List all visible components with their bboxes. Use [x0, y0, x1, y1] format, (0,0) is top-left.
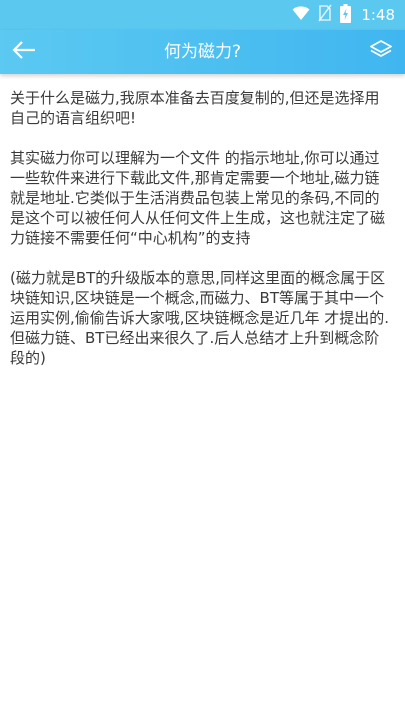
article-paragraph: 其实磁力你可以理解为一个文件 的指示地址,你可以通过一些软件来进行下载此文件,那… — [10, 149, 386, 247]
layers-icon — [369, 39, 393, 65]
status-bar: 1:48 — [0, 0, 405, 30]
wifi-icon — [292, 5, 310, 25]
status-icons: 1:48 — [292, 3, 395, 27]
no-sim-icon — [318, 4, 332, 26]
back-button[interactable] — [6, 34, 42, 70]
arrow-left-icon — [12, 40, 36, 64]
status-time: 1:48 — [361, 6, 395, 24]
article-paragraph: (磁力就是BT的升级版本的意思,同样这里面的概念属于区块链知识,区块链是一个概念… — [10, 269, 390, 367]
article-paragraph: 关于什么是磁力,我原本准备去百度复制的,但还是选择用自己的语言组织吧! — [10, 89, 380, 127]
article-content: 关于什么是磁力,我原本准备去百度复制的,但还是选择用自己的语言组织吧! 其实磁力… — [10, 88, 392, 388]
battery-charging-icon — [340, 3, 352, 27]
app-bar: 何为磁力? — [0, 30, 405, 74]
layers-button[interactable] — [365, 36, 397, 68]
page-title: 何为磁力? — [163, 42, 242, 62]
